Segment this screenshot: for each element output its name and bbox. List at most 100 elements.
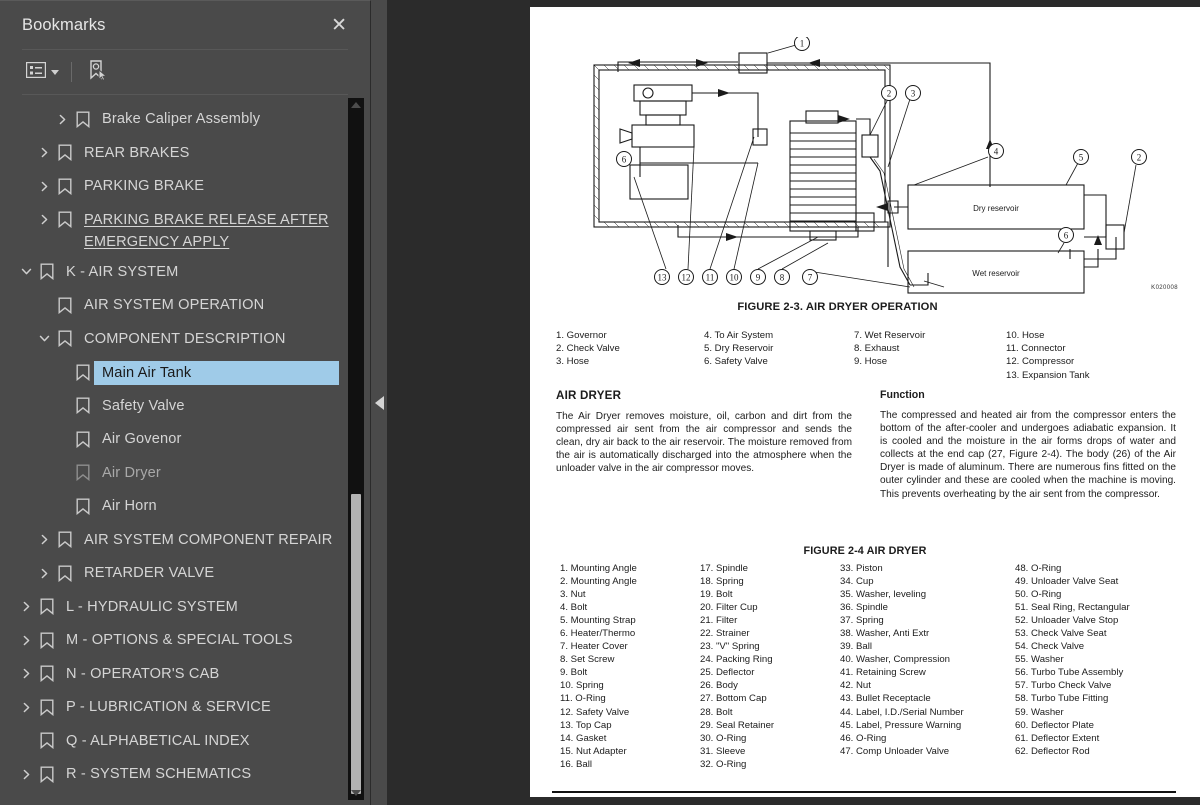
svg-text:7: 7 (808, 273, 813, 283)
legend-column-2: 4. To Air System 5. Dry Reservoir 6. Safet… (704, 329, 854, 382)
bookmark-row[interactable]: L - HYDRAULIC SYSTEM (0, 592, 345, 626)
svg-text:3: 3 (911, 89, 916, 99)
bookmark-label: Main Air Tank (93, 360, 340, 386)
svg-text:2: 2 (1137, 153, 1142, 163)
bookmarks-scrollbar[interactable] (348, 98, 364, 800)
chevron-right-icon[interactable] (34, 142, 54, 164)
part-entry: 16. Ball (560, 758, 592, 770)
bookmark-row[interactable]: COMPONENT DESCRIPTION (0, 324, 345, 358)
part-entry: 58. Turbo Tube Fitting (1015, 693, 1109, 705)
figure-2-4-parts-list: 1. Mounting Angle 2. Mounting Angle 3. Nut… (560, 562, 1185, 771)
bookmark-row[interactable]: Air Horn (0, 491, 345, 525)
part-entry: 51. Seal Ring, Rectangular (1015, 602, 1130, 614)
panel-collapse-handle[interactable] (371, 0, 388, 805)
bookmark-row[interactable]: Air Govenor (0, 424, 345, 458)
chevron-right-icon[interactable] (34, 175, 54, 197)
bookmark-icon (72, 462, 94, 484)
bookmark-row[interactable]: R - SYSTEM SCHEMATICS (0, 759, 345, 793)
function-text: The compressed and heated air from the c… (880, 410, 1176, 500)
bookmarks-tree-scrollarea[interactable]: Brake Caliper Assembly REAR BRAKES PARKING… (0, 96, 370, 805)
figure-2-3-legend: 1. Governor 2. Check Valve 3. Hose 4. To A… (556, 329, 1176, 382)
close-icon[interactable]: ✕ (326, 14, 352, 37)
bookmark-label: Brake Caliper Assembly (102, 111, 261, 127)
chevron-right-icon[interactable] (52, 108, 72, 130)
bookmark-label: Q - ALPHABETICAL INDEX (66, 732, 250, 749)
bookmark-row[interactable]: AIR SYSTEM OPERATION (0, 290, 345, 324)
function-heading: Function (880, 389, 925, 401)
bookmark-row[interactable]: Safety Valve (0, 391, 345, 425)
bookmark-row[interactable]: PARKING BRAKE RELEASE AFTER EMERGENCY AP… (0, 205, 345, 257)
part-entry: 13. Top Cap (560, 719, 612, 731)
bookmark-label: RETARDER VALVE (84, 565, 215, 581)
chevron-right-icon[interactable] (34, 209, 54, 231)
bookmark-label: N - OPERATOR'S CAB (66, 665, 220, 682)
bookmark-row[interactable]: Main Air Tank (0, 357, 345, 391)
new-bookmark-button[interactable] (82, 56, 112, 89)
bookmark-icon (54, 142, 76, 164)
bookmark-label: REAR BRAKES (84, 144, 190, 161)
part-entry: 54. Check Valve (1015, 641, 1085, 653)
chevron-right-icon[interactable] (34, 529, 54, 551)
part-entry: 3. Nut (560, 589, 586, 601)
list-options-button[interactable] (22, 59, 63, 86)
legend-column-3: 7. Wet Reservoir 8. Exhaust 9. Hose (854, 329, 1006, 382)
bookmark-label: K - AIR SYSTEM (66, 263, 179, 280)
chevron-right-icon[interactable] (16, 763, 36, 785)
bookmark-row[interactable]: Q - ALPHABETICAL INDEX (0, 726, 345, 760)
bookmark-row[interactable]: REAR BRAKES (0, 138, 345, 172)
bookmarks-tree: Brake Caliper Assembly REAR BRAKES PARKING… (0, 104, 345, 793)
part-entry: 39. Ball (840, 641, 872, 653)
chevron-right-icon[interactable] (16, 696, 36, 718)
bookmark-icon (54, 209, 76, 231)
part-entry: 43. Bullet Receptacle (840, 693, 931, 705)
svg-text:8: 8 (780, 273, 785, 283)
scroll-up-arrow[interactable] (348, 98, 364, 112)
document-viewport[interactable]: 1 2 3 4 5 2 6 6 13 12 11 10 9 8 7 Dry re… (388, 0, 1200, 805)
bookmark-row[interactable]: P - LUBRICATION & SERVICE (0, 692, 345, 726)
part-entry: 37. Spring (840, 615, 884, 627)
part-entry: 56. Turbo Tube Assembly (1015, 667, 1124, 679)
part-entry: 25. Deflector (700, 667, 755, 679)
triangle-down-icon (351, 790, 361, 796)
bookmark-row[interactable]: RETARDER VALVE (0, 558, 345, 592)
part-entry: 21. Filter (700, 615, 738, 627)
chevron-down-icon[interactable] (16, 261, 36, 283)
part-entry: 20. Filter Cup (700, 602, 758, 614)
legend-entry: 5. Dry Reservoir (704, 343, 774, 355)
bookmark-icon (54, 175, 76, 197)
air-dryer-text: The Air Dryer removes moisture, oil, car… (556, 411, 852, 475)
bookmark-icon (36, 696, 58, 718)
bookmark-row[interactable]: PARKING BRAKE (0, 171, 345, 205)
legend-entry: 8. Exhaust (854, 343, 900, 355)
bookmark-row[interactable]: M - OPTIONS & SPECIAL TOOLS (0, 625, 345, 659)
bookmark-icon (54, 328, 76, 350)
legend-entry: 3. Hose (556, 356, 590, 368)
bookmark-row[interactable]: K - AIR SYSTEM (0, 257, 345, 291)
scroll-down-arrow[interactable] (348, 786, 364, 800)
bookmark-icon (54, 562, 76, 584)
part-entry: 4. Bolt (560, 602, 588, 614)
bookmarks-panel-header: Bookmarks ✕ (0, 1, 370, 49)
chevron-right-icon[interactable] (16, 629, 36, 651)
bookmark-icon (54, 529, 76, 551)
bookmark-icon (36, 596, 58, 618)
part-entry: 6. Heater/Thermo (560, 628, 636, 640)
scrollbar-thumb[interactable] (351, 494, 361, 794)
bookmark-label: AIR SYSTEM OPERATION (84, 297, 265, 313)
chevron-right-icon[interactable] (16, 663, 36, 685)
part-entry: 17. Spindle (700, 563, 749, 574)
bookmark-row[interactable]: N - OPERATOR'S CAB (0, 659, 345, 693)
body-text-columns: AIR DRYER The Air Dryer removes moisture… (556, 389, 1176, 501)
figure-2-3-drawing-code: K020008 (1151, 285, 1178, 291)
figure-2-4-caption: FIGURE 2-4 AIR DRYER (803, 545, 927, 557)
bookmark-row[interactable]: AIR SYSTEM COMPONENT REPAIR (0, 525, 345, 559)
chevron-right-icon[interactable] (34, 562, 54, 584)
bookmark-row[interactable]: Brake Caliper Assembly (0, 104, 345, 138)
legend-column-1: 1. Governor 2. Check Valve 3. Hose (556, 329, 704, 382)
svg-text:4: 4 (994, 147, 999, 157)
chevron-down-icon[interactable] (34, 328, 54, 350)
chevron-right-icon[interactable] (16, 596, 36, 618)
bookmark-row[interactable]: Air Dryer (0, 458, 345, 492)
